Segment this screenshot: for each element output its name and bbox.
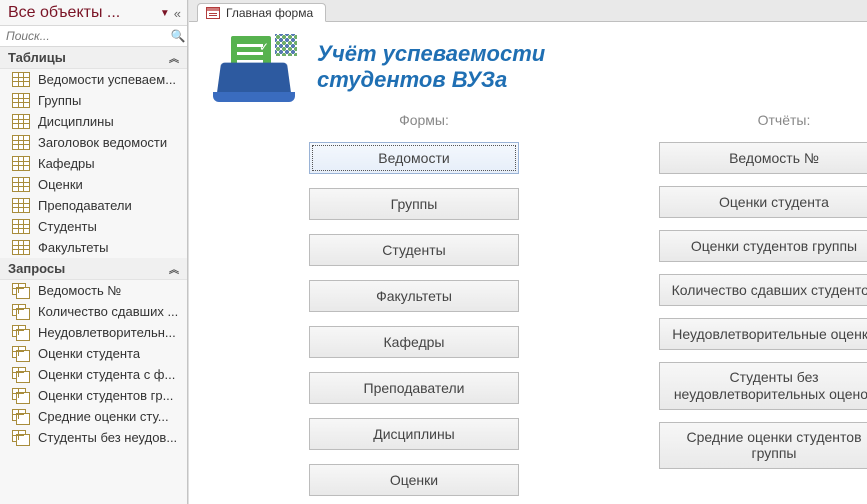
search-row: 🔍	[0, 26, 187, 47]
nav-item-label: Оценки	[38, 177, 83, 192]
search-input[interactable]	[0, 26, 169, 46]
nav-item[interactable]: Оценки студента	[0, 343, 187, 364]
nav-item-label: Ведомость №	[38, 283, 121, 298]
nav-item[interactable]: Студенты	[0, 216, 187, 237]
nav-item[interactable]: Ведомость №	[0, 280, 187, 301]
table-icon	[12, 219, 30, 234]
search-icon[interactable]: 🔍	[169, 29, 187, 43]
form-button[interactable]: Группы	[309, 188, 519, 220]
app-logo	[209, 32, 299, 102]
table-icon	[12, 156, 30, 171]
nav-item-label: Оценки студентов гр...	[38, 388, 173, 403]
nav-item[interactable]: Заголовок ведомости	[0, 132, 187, 153]
collapse-pane-icon[interactable]: «	[174, 6, 181, 21]
tab-bar: Главная форма	[189, 0, 867, 22]
form-icon	[206, 7, 220, 19]
form-button[interactable]: Дисциплины	[309, 418, 519, 450]
nav-item-label: Заголовок ведомости	[38, 135, 167, 150]
nav-item[interactable]: Оценки	[0, 174, 187, 195]
nav-item-label: Дисциплины	[38, 114, 114, 129]
query-icon	[12, 367, 30, 382]
nav-header[interactable]: Все объекты ... ▼ «	[0, 0, 187, 26]
report-button[interactable]: Средние оценки студентов группы	[659, 422, 867, 470]
nav-item-label: Студенты	[38, 219, 97, 234]
query-icon	[12, 304, 30, 319]
report-button[interactable]: Оценки студента	[659, 186, 867, 218]
form-body: Учёт успеваемости студентов ВУЗа Формы: …	[189, 22, 867, 504]
nav-item[interactable]: Факультеты	[0, 237, 187, 258]
page-title: Учёт успеваемости студентов ВУЗа	[317, 41, 611, 93]
nav-item-label: Факультеты	[38, 240, 108, 255]
nav-item[interactable]: Средние оценки сту...	[0, 406, 187, 427]
query-icon	[12, 346, 30, 361]
form-button[interactable]: Факультеты	[309, 280, 519, 312]
query-icon	[12, 325, 30, 340]
report-button[interactable]: Студенты без неудовлетворительных оценок	[659, 362, 867, 410]
table-icon	[12, 114, 30, 129]
nav-item-label: Группы	[38, 93, 81, 108]
button-columns: Формы: Ведомости Группы Студенты Факультеты…	[209, 112, 867, 504]
form-button[interactable]: Студенты	[309, 234, 519, 266]
form-header: Учёт успеваемости студентов ВУЗа	[209, 32, 867, 102]
nav-item[interactable]: Дисциплины	[0, 111, 187, 132]
form-button[interactable]: Кафедры	[309, 326, 519, 358]
nav-group-Запросы[interactable]: Запросы︽	[0, 258, 187, 280]
report-button[interactable]: Неудовлетворительные оценки	[659, 318, 867, 350]
main-area: Главная форма Учёт успеваемости студенто…	[188, 0, 867, 504]
reports-column: Отчёты: Ведомость № Оценки студента Оценки…	[659, 112, 867, 504]
nav-item-label: Оценки студента	[38, 346, 140, 361]
query-icon	[12, 388, 30, 403]
report-button[interactable]: Оценки студентов группы	[659, 230, 867, 262]
forms-heading: Формы:	[399, 112, 449, 128]
form-button[interactable]: Преподаватели	[309, 372, 519, 404]
tab-main-form[interactable]: Главная форма	[197, 3, 326, 22]
nav-item[interactable]: Оценки студента с ф...	[0, 364, 187, 385]
report-button[interactable]: Ведомость №	[659, 142, 867, 174]
form-button[interactable]: Ведомости	[309, 142, 519, 174]
navigation-pane: Все объекты ... ▼ « 🔍 Таблицы︽ Ведомости …	[0, 0, 188, 504]
nav-item[interactable]: Группы	[0, 90, 187, 111]
nav-item[interactable]: Неудовлетворительн...	[0, 322, 187, 343]
nav-item-label: Ведомости успеваем...	[38, 72, 176, 87]
dropdown-icon[interactable]: ▼	[156, 8, 174, 19]
forms-column: Формы: Ведомости Группы Студенты Факультеты…	[309, 112, 539, 504]
nav-item-label: Преподаватели	[38, 198, 132, 213]
nav-item[interactable]: Количество сдавших ...	[0, 301, 187, 322]
query-icon	[12, 409, 30, 424]
table-icon	[12, 72, 30, 87]
nav-item-label: Оценки студента с ф...	[38, 367, 175, 382]
nav-title: Все объекты ...	[8, 4, 156, 22]
nav-item[interactable]: Кафедры	[0, 153, 187, 174]
nav-item-label: Количество сдавших ...	[38, 304, 178, 319]
nav-list: Таблицы︽ Ведомости успеваем... Группы Дисци…	[0, 47, 187, 448]
nav-item-label: Студенты без неудов...	[38, 430, 177, 445]
nav-item-label: Неудовлетворительн...	[38, 325, 176, 340]
nav-item[interactable]: Оценки студентов гр...	[0, 385, 187, 406]
chevron-up-icon: ︽	[169, 261, 179, 276]
nav-group-Таблицы[interactable]: Таблицы︽	[0, 47, 187, 69]
table-icon	[12, 240, 30, 255]
nav-item[interactable]: Студенты без неудов...	[0, 427, 187, 448]
table-icon	[12, 177, 30, 192]
query-icon	[12, 283, 30, 298]
table-icon	[12, 198, 30, 213]
nav-item-label: Средние оценки сту...	[38, 409, 169, 424]
table-icon	[12, 135, 30, 150]
reports-heading: Отчёты:	[758, 112, 811, 128]
chevron-up-icon: ︽	[169, 50, 179, 65]
nav-item[interactable]: Преподаватели	[0, 195, 187, 216]
form-button[interactable]: Оценки	[309, 464, 519, 496]
tab-label: Главная форма	[226, 6, 313, 20]
report-button[interactable]: Количество сдавших студентов	[659, 274, 867, 306]
nav-item-label: Кафедры	[38, 156, 95, 171]
table-icon	[12, 93, 30, 108]
nav-item[interactable]: Ведомости успеваем...	[0, 69, 187, 90]
query-icon	[12, 430, 30, 445]
